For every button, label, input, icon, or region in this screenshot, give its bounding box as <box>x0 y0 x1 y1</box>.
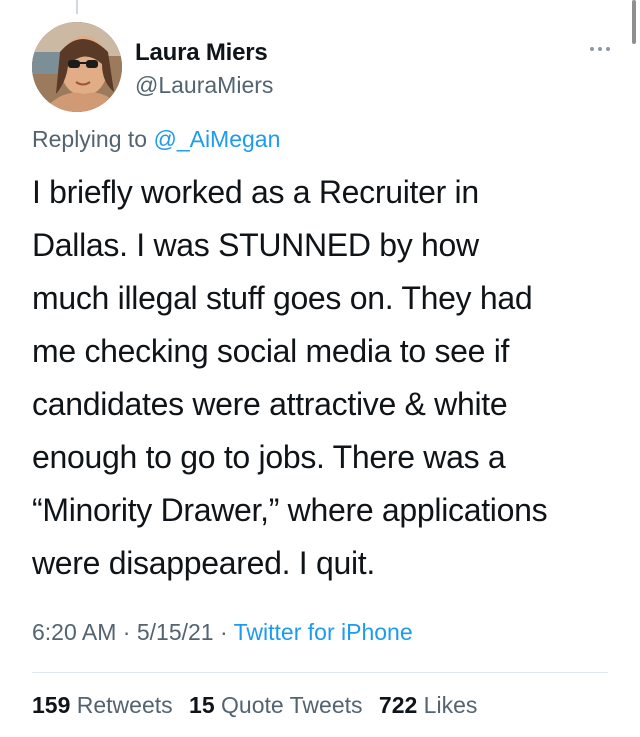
tweet-time[interactable]: 6:20 AM <box>32 619 116 645</box>
tweet-text-line: candidates were attractive & white <box>32 386 508 422</box>
tweet-text-line: “Minority Drawer,” where applications <box>32 492 548 528</box>
tweet-detail: Laura Miers @LauraMiers Replying to @_Ai… <box>0 0 640 737</box>
scrollbar[interactable] <box>632 0 636 44</box>
likes-count: 722 <box>378 692 418 718</box>
more-dot <box>590 47 594 51</box>
quote-tweets-stat[interactable]: 15 Quote Tweets <box>189 692 362 718</box>
tweet-text-line: Dallas. I was STUNNED by how <box>32 227 479 263</box>
engagement-stats: 159 Retweets 15 Quote Tweets 722 Likes <box>32 692 487 719</box>
retweets-label: Retweets <box>76 692 173 718</box>
display-name[interactable]: Laura Miers <box>135 39 268 67</box>
meta-separator: · <box>219 619 228 645</box>
more-dot <box>598 47 602 51</box>
tweet-source-link[interactable]: Twitter for iPhone <box>234 619 413 645</box>
divider <box>32 672 608 673</box>
user-handle[interactable]: @LauraMiers <box>135 72 273 99</box>
tweet-text-line: much illegal stuff goes on. They had <box>32 280 533 316</box>
more-dot <box>606 47 610 51</box>
avatar[interactable] <box>32 22 122 112</box>
avatar-photo-icon <box>32 22 122 112</box>
likes-stat[interactable]: 722 Likes <box>379 692 477 718</box>
replying-to-label: Replying to <box>32 126 148 152</box>
likes-label: Likes <box>423 692 478 718</box>
tweet-text-line: I briefly worked as a Recruiter in <box>32 174 479 210</box>
tweet-date[interactable]: 5/15/21 <box>137 619 214 645</box>
thread-connector-line <box>76 0 78 14</box>
replying-to: Replying to @_AiMegan <box>32 126 280 153</box>
tweet-text-line: were disappeared. I quit. <box>32 545 375 581</box>
tweet-metadata: 6:20 AM · 5/15/21 · Twitter for iPhone <box>32 619 413 646</box>
tweet-text-line: me checking social media to see if <box>32 333 510 369</box>
tweet-text: I briefly worked as a Recruiter in Dalla… <box>32 166 622 590</box>
more-options-icon[interactable] <box>586 44 614 54</box>
retweets-count: 159 <box>32 692 71 718</box>
tweet-text-line: enough to go to jobs. There was a <box>32 439 506 475</box>
quote-tweets-label: Quote Tweets <box>221 692 363 718</box>
tweet-header: Laura Miers @LauraMiers <box>32 22 612 114</box>
retweets-stat[interactable]: 159 Retweets <box>32 692 173 718</box>
meta-separator: · <box>122 619 131 645</box>
reply-mention-link[interactable]: @_AiMegan <box>153 126 280 152</box>
quote-tweets-count: 15 <box>189 692 215 718</box>
